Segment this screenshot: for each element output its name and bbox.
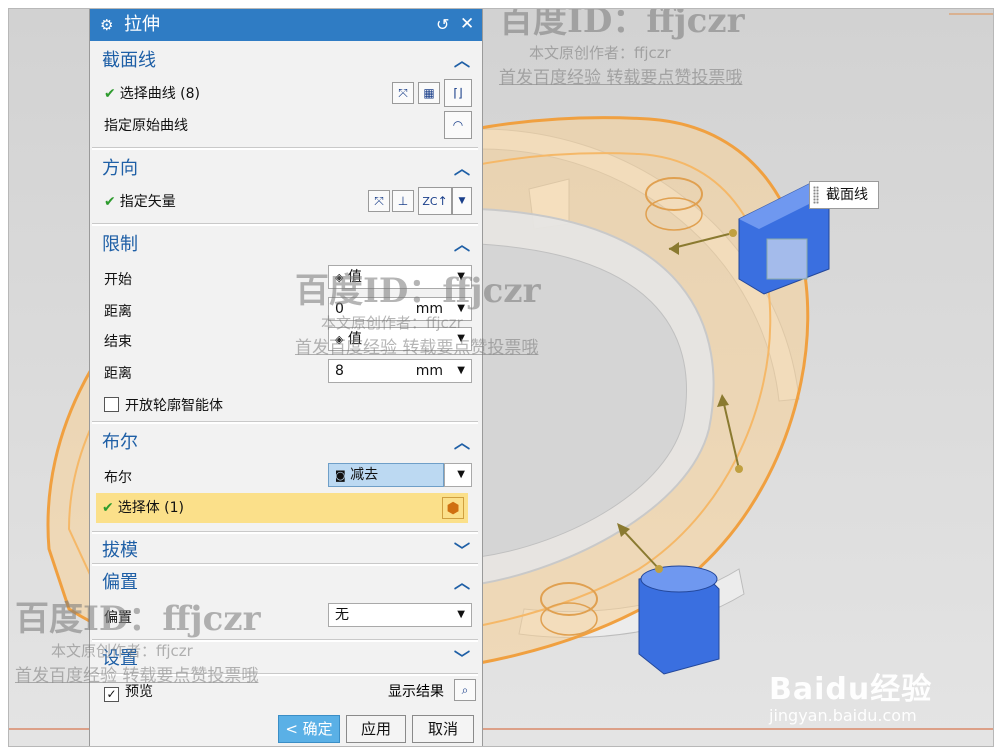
offset-select[interactable]: 无 ▼ xyxy=(328,603,472,627)
chevron-up-icon[interactable]: ︿ xyxy=(454,51,470,71)
divider xyxy=(92,531,478,534)
start-label: 开始 xyxy=(104,272,132,288)
distance2-row: 距离 8 mm ▼ xyxy=(92,359,478,389)
end-label: 结束 xyxy=(104,334,132,350)
select-body-label: 选择体 (1) xyxy=(117,500,185,516)
check-icon: ✔ xyxy=(104,194,116,210)
chevron-down-icon: ▼ xyxy=(457,469,465,480)
direction-header[interactable]: 方向 ︿ xyxy=(92,153,478,185)
dialog-title: 拉伸 xyxy=(124,14,160,35)
preview-label: 预览 xyxy=(125,684,153,700)
watermark-bottom-left: 百度ID：ffjczr 本文原创作者：ffjczr 首发百度经验 转载要点赞投票… xyxy=(15,591,261,686)
specify-origin-row[interactable]: 指定原始曲线 ◠ xyxy=(92,111,478,141)
chevron-down-icon[interactable]: ﹀ xyxy=(454,541,470,561)
open-profile-label: 开放轮廓智能体 xyxy=(125,398,223,414)
close-icon[interactable]: ✕ xyxy=(460,14,474,34)
offset-value: 无 xyxy=(335,607,349,623)
distance2-input[interactable]: 8 mm ▼ xyxy=(328,359,472,383)
divider xyxy=(92,147,478,150)
body-cube-icon[interactable]: ⬢ xyxy=(442,497,464,519)
section-curve-callout: 截面线 xyxy=(809,181,879,209)
watermark-author: 本文原创作者：ffjczr xyxy=(51,642,193,660)
distance2-unit: mm xyxy=(415,363,443,379)
chevron-up-icon[interactable]: ︿ xyxy=(454,159,470,179)
select-curve-label: 选择曲线 (8) xyxy=(119,86,201,102)
window-frame: 截面线 百度ID：ffjczr 本文原创作者：ffjczr 首发百度经验 转载要… xyxy=(8,8,994,747)
apply-button[interactable]: 应用 xyxy=(346,715,406,743)
watermark-top-right: 百度ID：ffjczr 本文原创作者：ffjczr 首发百度经验 转载要点赞投票… xyxy=(499,8,745,88)
curve-rule-icon[interactable]: ⤧ xyxy=(392,82,414,104)
divider xyxy=(92,223,478,226)
check-icon: ✔ xyxy=(104,86,116,102)
chevron-down-icon[interactable]: ▼ xyxy=(452,187,472,215)
check-icon: ✔ xyxy=(102,500,114,516)
magnifier-icon[interactable]: ⌕ xyxy=(454,679,476,701)
boolean-row: 布尔 ◙ 减去 ▼ xyxy=(92,463,478,493)
distance2-label: 距离 xyxy=(104,366,132,382)
boolean-header[interactable]: 布尔 ︿ xyxy=(92,427,478,459)
limits-title: 限制 xyxy=(102,234,138,255)
specify-vector-label: 指定矢量 xyxy=(119,194,176,210)
watermark-id: 百度ID：ffjczr xyxy=(15,599,261,639)
reverse-direction-icon[interactable]: ⤧ xyxy=(368,190,390,212)
watermark-id: 百度ID：ffjczr xyxy=(295,271,541,311)
curve-select-icon[interactable]: ⌈⌋ xyxy=(444,79,472,107)
specify-vector-row[interactable]: ✔ 指定矢量 ⤧ ⊥ ZC↑ ▼ xyxy=(92,187,478,217)
brand-url: jingyan.baidu.com xyxy=(769,706,917,725)
dialog-title-bar[interactable]: ⚙ 拉伸 ↺ ✕ xyxy=(90,9,482,41)
dialog-button-bar: < 确定 > 应用 取消 xyxy=(90,715,482,746)
direction-title: 方向 xyxy=(102,158,138,179)
brand-logo: Baidu经验 xyxy=(769,672,933,707)
divider xyxy=(92,421,478,424)
preview-checkbox[interactable]: ✓ xyxy=(104,687,119,702)
chevron-up-icon[interactable]: ︿ xyxy=(454,433,470,453)
show-result-label: 显示结果 xyxy=(388,684,444,700)
select-body-row[interactable]: ✔ 选择体 (1) ⬢ xyxy=(96,493,468,523)
baidu-jingyan-brand: Baidu经验 jingyan.baidu.com xyxy=(769,664,932,725)
chevron-down-icon[interactable]: ﹀ xyxy=(454,649,470,669)
draft-title: 拔模 xyxy=(102,540,138,561)
cancel-button[interactable]: 取消 xyxy=(412,715,474,743)
grip-dots-icon xyxy=(813,186,819,204)
gear-icon[interactable]: ⚙ xyxy=(100,16,113,34)
watermark-notice: 首发百度经验 转载要点赞投票哦 xyxy=(295,338,539,358)
callout-label: 截面线 xyxy=(826,187,868,203)
section-curve-header[interactable]: 截面线 ︿ xyxy=(92,45,478,77)
boolean-label: 布尔 xyxy=(104,470,132,486)
watermark-author: 本文原创作者：ffjczr xyxy=(321,314,463,332)
watermark-author: 本文原创作者：ffjczr xyxy=(529,44,671,62)
distance1-label: 距离 xyxy=(104,304,132,320)
watermark-center: 百度ID：ffjczr 本文原创作者：ffjczr 首发百度经验 转载要点赞投票… xyxy=(295,263,541,358)
divider xyxy=(92,563,478,566)
zc-label: ZC xyxy=(422,195,438,208)
select-curve-row[interactable]: ✔ 选择曲线 (8) ⤧ ▦ ⌈⌋ xyxy=(92,79,478,109)
zc-vector-dropdown[interactable]: ZC↑ xyxy=(418,187,452,215)
chevron-down-icon[interactable]: ▼ xyxy=(457,360,465,382)
origin-curve-icon[interactable]: ◠ xyxy=(444,111,472,139)
chevron-up-icon[interactable]: ︿ xyxy=(454,235,470,255)
limits-header[interactable]: 限制 ︿ xyxy=(92,229,478,261)
specify-origin-label: 指定原始曲线 xyxy=(104,118,188,134)
ok-button[interactable]: < 确定 > xyxy=(278,715,340,743)
section-curve-title: 截面线 xyxy=(102,50,156,71)
watermark-id: 百度ID：ffjczr xyxy=(499,8,745,41)
open-profile-checkbox[interactable] xyxy=(104,397,119,412)
subtract-icon: ◙ xyxy=(335,469,346,482)
chevron-down-icon[interactable]: ▼ xyxy=(457,604,465,626)
boolean-select[interactable]: ◙ 减去 xyxy=(328,463,444,487)
sketch-section-icon[interactable]: ▦ xyxy=(418,82,440,104)
reset-icon[interactable]: ↺ xyxy=(436,15,449,35)
distance2-value: 8 xyxy=(335,363,344,379)
chevron-up-icon[interactable]: ︿ xyxy=(454,573,470,593)
watermark-notice: 首发百度经验 转载要点赞投票哦 xyxy=(499,68,743,88)
boolean-dropdown-button[interactable]: ▼ xyxy=(444,463,472,487)
boolean-value: 减去 xyxy=(350,467,379,483)
vector-dialog-icon[interactable]: ⊥ xyxy=(392,190,414,212)
watermark-notice: 首发百度经验 转载要点赞投票哦 xyxy=(15,666,259,686)
open-profile-row[interactable]: 开放轮廓智能体 xyxy=(92,391,478,421)
boolean-title: 布尔 xyxy=(102,432,138,453)
